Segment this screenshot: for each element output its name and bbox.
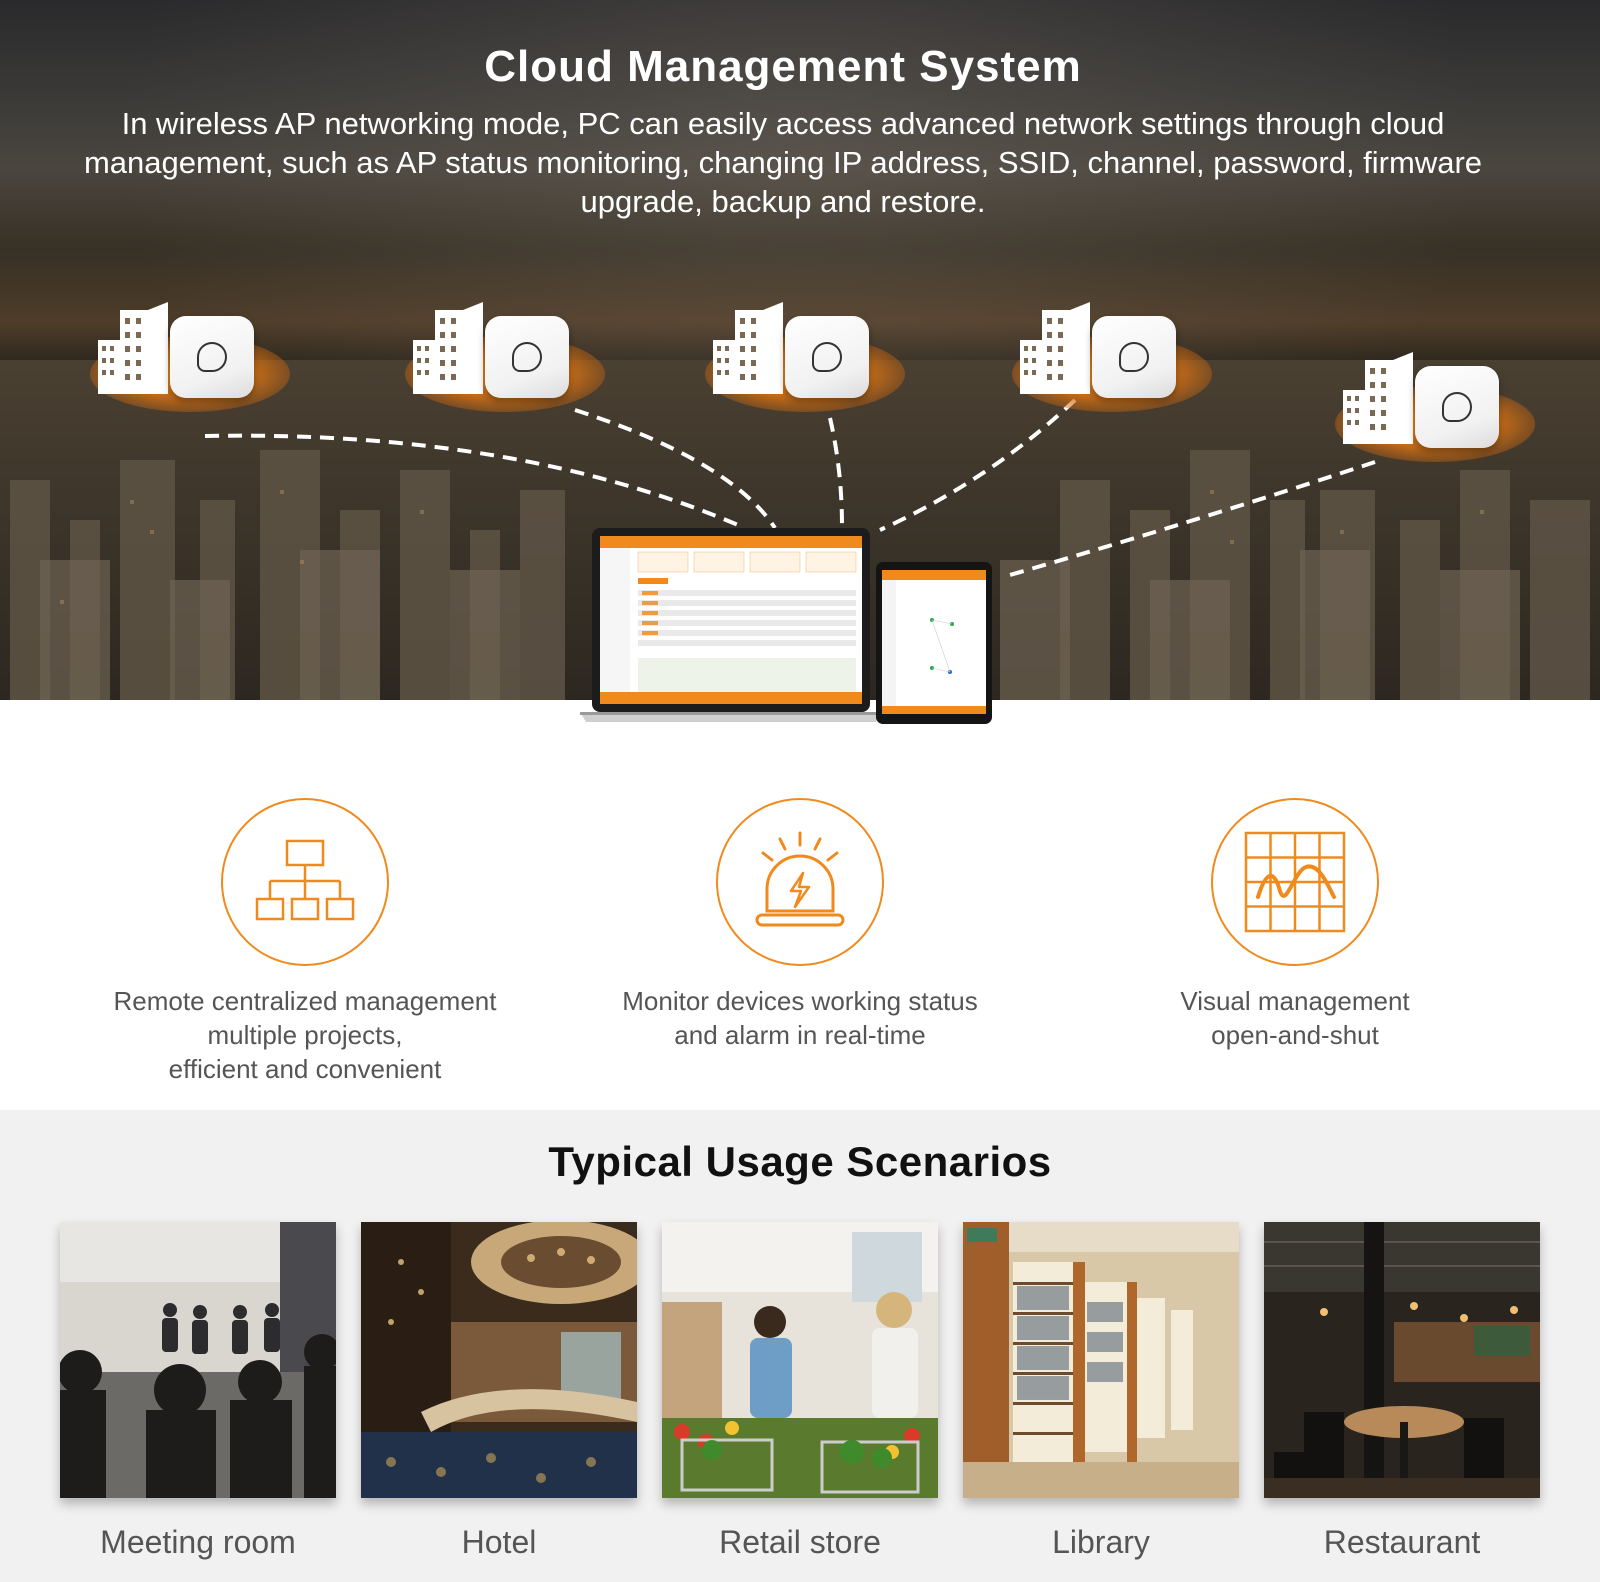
- ap-node-5: [1335, 350, 1535, 490]
- scenario-library: Library: [963, 1222, 1239, 1561]
- feature-icon-circle: [716, 798, 884, 966]
- scenarios-title: Typical Usage Scenarios: [548, 1138, 1052, 1185]
- ap-logo-icon: [1442, 392, 1472, 422]
- scenario-label: Meeting room: [100, 1524, 296, 1560]
- meeting-room-photo: [60, 1222, 336, 1498]
- laptop-illustration: [580, 528, 882, 722]
- library-photo: [963, 1222, 1239, 1498]
- feature-realtime-monitoring: Monitor devices working status and alarm…: [580, 798, 1020, 1052]
- ap-logo-icon: [812, 342, 842, 372]
- scenario-meeting-room: Meeting room: [60, 1222, 336, 1561]
- retail-store-photo: [662, 1222, 938, 1498]
- scenario-retail-store: Retail store: [662, 1222, 938, 1561]
- access-point-device: [485, 316, 569, 398]
- hierarchy-icon: [255, 839, 355, 921]
- access-point-device: [1092, 316, 1176, 398]
- scenario-label: Restaurant: [1323, 1524, 1481, 1560]
- scenario-restaurant: Restaurant: [1264, 1222, 1540, 1561]
- ap-logo-icon: [512, 342, 542, 372]
- building-icon: [713, 302, 783, 394]
- scenario-hotel: Hotel: [361, 1222, 637, 1561]
- access-point-device: [170, 316, 254, 398]
- chart-grid-icon: [1244, 831, 1346, 933]
- ap-node-2: [405, 300, 605, 440]
- feature-icon-circle: [1211, 798, 1379, 966]
- scenario-label: Library: [1052, 1524, 1150, 1560]
- ap-logo-icon: [1119, 342, 1149, 372]
- feature-remote-management: Remote centralized management multiple p…: [85, 798, 525, 1086]
- building-icon: [1020, 302, 1090, 394]
- feature-visual-management: Visual management open-and-shut: [1075, 798, 1515, 1052]
- feature-caption: Monitor devices working status and alarm…: [622, 986, 978, 1050]
- ap-logo-icon: [197, 342, 227, 372]
- building-icon: [1343, 352, 1413, 444]
- ap-node-4: [1012, 300, 1212, 440]
- ap-node-3: [705, 300, 905, 440]
- feature-caption: Visual management open-and-shut: [1180, 986, 1410, 1050]
- building-icon: [413, 302, 483, 394]
- scenario-label: Retail store: [719, 1524, 881, 1560]
- access-point-device: [785, 316, 869, 398]
- feature-caption: Remote centralized management multiple p…: [113, 986, 497, 1084]
- ap-node-1: [90, 300, 290, 440]
- restaurant-photo: [1264, 1222, 1540, 1498]
- hotel-photo: [361, 1222, 637, 1498]
- tablet-illustration: [876, 562, 992, 724]
- scenario-label: Hotel: [461, 1524, 537, 1560]
- laptop-and-tablet-image: [580, 528, 992, 724]
- building-icon: [98, 302, 168, 394]
- feature-icon-circle: [221, 798, 389, 966]
- access-point-device: [1415, 366, 1499, 448]
- alarm-light-icon: [755, 831, 845, 927]
